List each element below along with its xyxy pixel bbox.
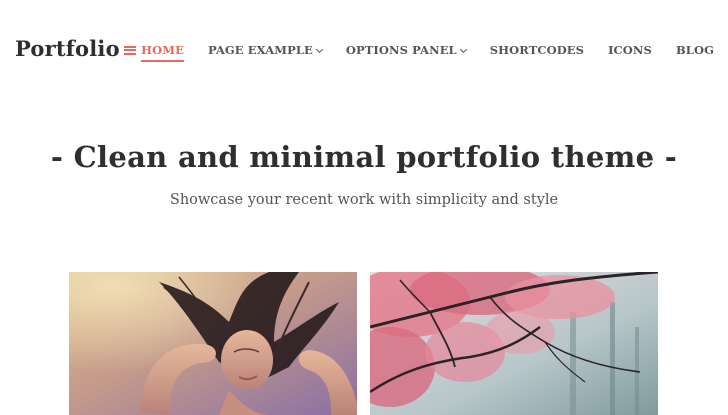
nav-item-page-example[interactable]: PAGE EXAMPLE: [207, 43, 323, 62]
portfolio-image: [69, 272, 357, 415]
nav-item-blog[interactable]: BLOG: [676, 43, 714, 62]
nav-item-home[interactable]: HOME: [124, 43, 184, 62]
site-logo[interactable]: Portfolio: [15, 36, 120, 61]
nav-item-label: PAGE EXAMPLE: [207, 43, 313, 57]
site-header: Portfolio HOME PAGE EXAMPLE OPTIONS PANE…: [0, 0, 728, 100]
nav-item-label: SHORTCODES: [489, 43, 585, 57]
chevron-down-icon: [315, 45, 323, 54]
nav-item-icons[interactable]: ICONS: [608, 43, 652, 62]
chevron-down-icon: [459, 45, 467, 54]
portfolio-image: [370, 272, 658, 415]
nav-item-shortcodes[interactable]: SHORTCODES: [490, 43, 584, 62]
hamburger-menu-icon: [124, 45, 137, 55]
nav-item-label: BLOG: [675, 43, 714, 57]
nav-item-options-panel[interactable]: OPTIONS PANEL: [345, 43, 467, 62]
nav-item-label: ICONS: [608, 43, 652, 57]
portfolio-thumbnail-blossom[interactable]: [370, 272, 658, 415]
main-nav: HOME PAGE EXAMPLE OPTIONS PANEL SHORTCOD…: [124, 43, 714, 62]
nav-item-label: HOME: [141, 43, 184, 62]
nav-item-label: OPTIONS PANEL: [345, 43, 457, 57]
hero-title: - Clean and minimal portfolio theme -: [50, 140, 678, 174]
portfolio-thumbnail-woman[interactable]: [69, 272, 357, 415]
hero-subtitle: Showcase your recent work with simplicit…: [169, 192, 559, 208]
